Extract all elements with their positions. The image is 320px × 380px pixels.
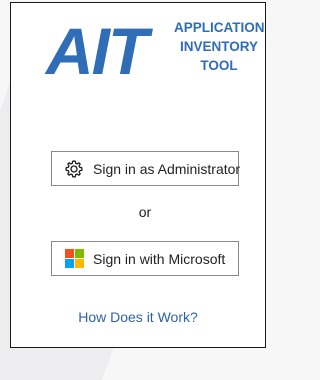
logo-subtitle-line-3: TOOL [200,58,238,73]
sign-in-administrator-label: Sign in as Administrator [93,160,241,177]
microsoft-logo-blue [64,259,74,268]
sign-in-microsoft-button[interactable]: Sign in with Microsoft [51,241,239,276]
microsoft-logo-yellow [74,259,84,268]
microsoft-logo-icon [64,249,84,269]
microsoft-logo-red [64,249,74,258]
logo-mark: AIT [46,14,148,88]
or-separator: or [138,204,152,220]
microsoft-logo-green [74,249,84,258]
sign-in-microsoft-label: Sign in with Microsoft [93,250,226,267]
logo-subtitle: APPLICATION INVENTORY TOOL [174,18,265,75]
app-logo: AIT APPLICATION INVENTORY TOOL [46,14,265,88]
sign-in-administrator-button[interactable]: Sign in as Administrator [51,151,241,186]
logo-subtitle-line-2: INVENTORY [179,39,258,54]
logo-subtitle-line-1: APPLICATION [174,20,265,35]
gear-icon [64,159,84,179]
how-it-works-link[interactable]: How Does it Work? [10,309,266,325]
